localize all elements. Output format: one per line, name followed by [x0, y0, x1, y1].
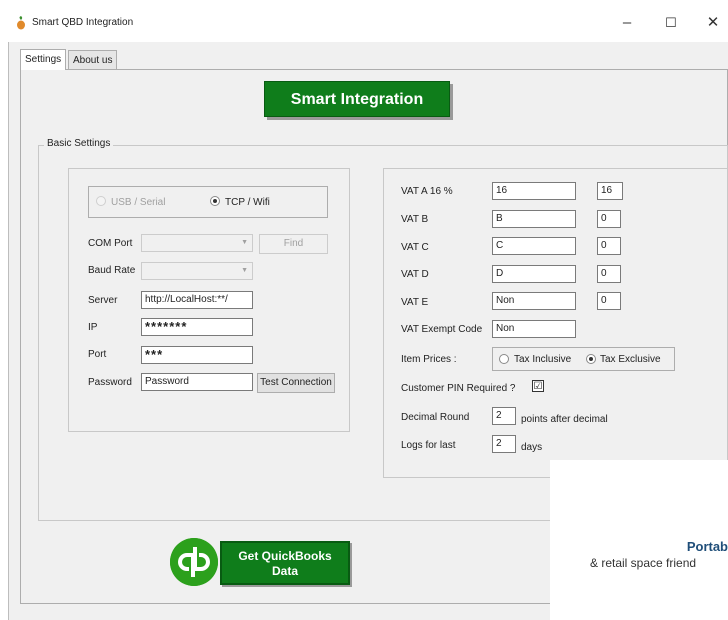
password-input[interactable]: Password	[141, 373, 253, 391]
usb-serial-radio[interactable]	[96, 196, 106, 206]
com-port-label: COM Port	[88, 238, 133, 249]
port-label: Port	[88, 349, 107, 360]
vat-e-label: VAT E	[401, 297, 429, 308]
logs-suffix: days	[521, 442, 543, 453]
password-label: Password	[88, 377, 132, 388]
customer-pin-checkbox[interactable]: ☑	[532, 380, 544, 392]
get-quickbooks-line1: Get QuickBooks	[238, 549, 332, 563]
ip-label: IP	[88, 322, 98, 333]
vat-exempt-code-label: VAT Exempt Code	[401, 324, 483, 335]
decimal-round-label: Decimal Round	[401, 412, 470, 423]
vat-exempt-code-input[interactable]: Non	[492, 320, 576, 338]
tcp-wifi-label: TCP / Wifi	[225, 197, 270, 208]
vat-a-label: VAT A 16 %	[401, 186, 453, 197]
chevron-down-icon: ▼	[241, 239, 248, 246]
vat-d-code-input[interactable]: D	[492, 265, 576, 283]
vat-c-rate-input[interactable]: 0	[597, 237, 621, 255]
tax-exclusive-label: Tax Exclusive	[600, 354, 661, 365]
tax-exclusive-radio[interactable]	[586, 354, 596, 364]
find-button[interactable]: Find	[259, 234, 328, 254]
port-input[interactable]: ***	[141, 346, 253, 364]
vat-c-code-input[interactable]: C	[492, 237, 576, 255]
vat-d-label: VAT D	[401, 269, 429, 280]
vat-b-rate-input[interactable]: 0	[597, 210, 621, 228]
smart-integration-banner: Smart Integration	[264, 81, 450, 117]
item-prices-label: Item Prices :	[401, 354, 457, 365]
close-button[interactable]: ✕	[698, 10, 728, 36]
usb-serial-label: USB / Serial	[111, 197, 166, 208]
baud-rate-label: Baud Rate	[88, 265, 136, 276]
app-icon	[17, 16, 25, 30]
tax-inclusive-label: Tax Inclusive	[514, 354, 572, 365]
logs-days-input[interactable]: 2	[492, 435, 516, 453]
tcp-wifi-radio[interactable]	[210, 196, 220, 206]
vat-e-code-input[interactable]: Non	[492, 292, 576, 310]
chevron-down-icon: ▼	[241, 267, 248, 274]
test-connection-button[interactable]: Test Connection	[257, 373, 335, 393]
basic-settings-label: Basic Settings	[44, 138, 114, 149]
logs-label: Logs for last	[401, 440, 456, 451]
get-quickbooks-data-button[interactable]: Get QuickBooks Data	[220, 541, 350, 585]
tab-about-us[interactable]: About us	[68, 50, 118, 70]
get-quickbooks-line2: Data	[271, 564, 298, 578]
minimize-button[interactable]: –	[612, 10, 642, 36]
customer-pin-label: Customer PIN Required ?	[401, 383, 516, 394]
server-input[interactable]: http://LocalHost:**/	[141, 291, 253, 309]
decimal-round-input[interactable]: 2	[492, 407, 516, 425]
server-label: Server	[88, 295, 118, 306]
vat-d-rate-input[interactable]: 0	[597, 265, 621, 283]
vat-c-label: VAT C	[401, 242, 429, 253]
overlay-title: Portab	[686, 539, 728, 554]
baud-rate-select[interactable]: ▼	[141, 262, 253, 280]
quickbooks-logo-icon	[170, 538, 218, 586]
vat-a-rate-input[interactable]: 16	[597, 182, 623, 200]
qb-glyph-icon	[170, 538, 218, 586]
ip-input[interactable]: *******	[141, 318, 253, 336]
window-title: Smart QBD Integration	[32, 17, 134, 28]
overlay-subtitle: & retail space friend	[590, 556, 697, 570]
maximize-button[interactable]: ☐	[656, 10, 686, 36]
tax-inclusive-radio[interactable]	[499, 354, 509, 364]
decimal-round-suffix: points after decimal	[521, 414, 608, 425]
vat-a-code-input[interactable]: 16	[492, 182, 576, 200]
vat-b-code-input[interactable]: B	[492, 210, 576, 228]
vat-b-label: VAT B	[401, 214, 429, 225]
tab-settings[interactable]: Settings	[20, 49, 67, 70]
vat-e-rate-input[interactable]: 0	[597, 292, 621, 310]
com-port-select[interactable]: ▼	[141, 234, 253, 252]
